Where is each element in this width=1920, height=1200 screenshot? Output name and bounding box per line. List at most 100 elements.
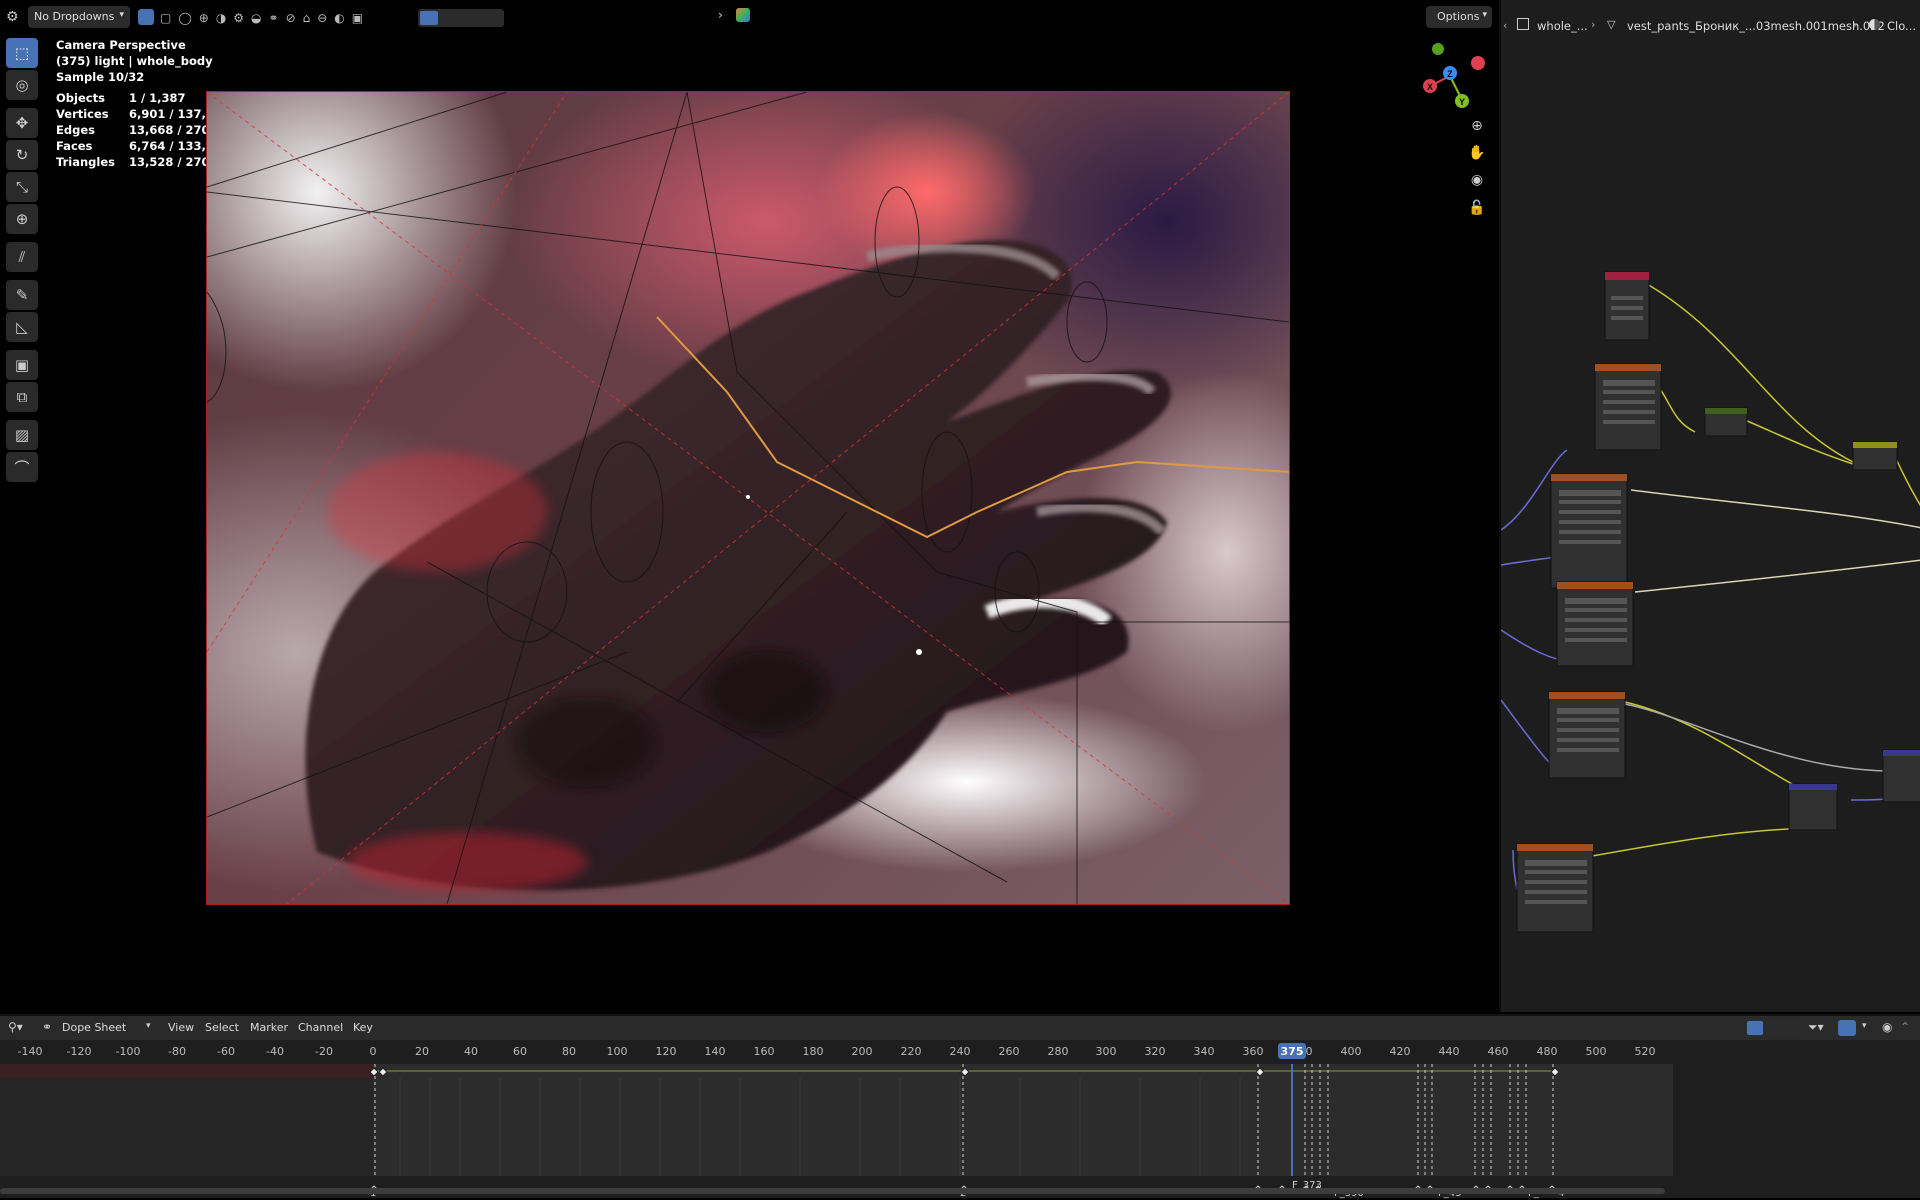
pan-hand-icon[interactable]: ✋: [1464, 141, 1490, 165]
zoom-icon[interactable]: ⊕: [1464, 114, 1490, 138]
shader-node-editor[interactable]: ‹ whole_... › ▽ vest_pants_Броник_...03m…: [1499, 0, 1920, 1012]
keyframe-area[interactable]: 1 2 F_373 F_390 F_43 F_ 4: [0, 1064, 1673, 1199]
ruler-tick: 340: [1193, 1045, 1215, 1058]
stat-label: Faces: [56, 139, 93, 153]
ruler-icon[interactable]: ◺: [6, 312, 38, 342]
frame-object-label: (375) light | whole_body: [56, 54, 213, 68]
chevron-down-icon: ▾: [146, 1021, 151, 1031]
overlay-toggle-icon[interactable]: [1838, 1020, 1856, 1036]
annotate-icon[interactable]: ✎: [6, 280, 38, 310]
curve-icon[interactable]: ⌒: [6, 452, 38, 482]
options-button[interactable]: Options ▾: [1426, 6, 1492, 28]
stat-label: Triangles: [56, 155, 115, 169]
editor-type-icon[interactable]: ⚙: [6, 9, 22, 25]
ruler-tick: 420: [1389, 1045, 1411, 1058]
viewport-header: ⚙ No Dropdowns ▾ ▢◯⊕◑⚙◒⚭⊘⌂⊖◐▣ › Options …: [0, 0, 1497, 36]
ruler-tick: 100: [606, 1045, 628, 1058]
ruler-tick: 200: [851, 1045, 873, 1058]
cursor-icon[interactable]: ◎: [6, 70, 38, 100]
menu-channel[interactable]: Channel: [298, 1021, 343, 1034]
navigation-gizmo[interactable]: Z X Y: [1418, 38, 1494, 118]
select-box-icon[interactable]: ⬚: [6, 38, 38, 68]
camera-perspective-label: Camera Perspective: [56, 38, 186, 52]
frame-ruler[interactable]: -140 -120 -100 -80 -60 -40 -20 0 20 40 6…: [0, 1040, 1920, 1064]
rotate-icon[interactable]: ↻: [6, 140, 38, 170]
move-icon[interactable]: ✥: [6, 108, 38, 138]
dope-sheet-mode-icon: ⚭: [42, 1020, 53, 1034]
sample-label: Sample 10/32: [56, 70, 145, 84]
filter-icon[interactable]: [138, 9, 154, 25]
ruler-tick: 0: [1305, 1045, 1313, 1058]
ruler-tick: 280: [1047, 1045, 1069, 1058]
select-mode-icons[interactable]: [1746, 1020, 1800, 1036]
options-label: Options: [1437, 10, 1480, 23]
ruler-tick: -120: [66, 1045, 92, 1058]
current-frame-indicator[interactable]: 375: [1278, 1043, 1306, 1059]
stat-label: Edges: [56, 123, 95, 137]
ruler-tick: 40: [464, 1045, 478, 1058]
stat-label: Objects: [56, 91, 105, 105]
chevron-down-icon[interactable]: ▾: [1862, 1021, 1867, 1031]
horizontal-scrollbar[interactable]: [0, 1188, 1665, 1194]
ruler-tick: -140: [17, 1045, 43, 1058]
filter-icon[interactable]: ⏷▾: [1808, 1020, 1824, 1035]
ruler-tick: 400: [1340, 1045, 1362, 1058]
menu-key[interactable]: Key: [353, 1021, 373, 1034]
extrude-icon[interactable]: ⧉: [6, 382, 38, 412]
transform-icon[interactable]: ⊕: [6, 204, 38, 234]
node-graph[interactable]: [1501, 0, 1920, 1012]
camera-view-icon[interactable]: ◉: [1464, 168, 1490, 192]
add-cube-icon[interactable]: ▣: [6, 350, 38, 380]
dropdown-label: No Dropdowns: [34, 10, 115, 23]
view-mode-icons[interactable]: [418, 9, 504, 27]
dropdown-select[interactable]: No Dropdowns ▾: [28, 6, 130, 28]
camera-render-frame[interactable]: [206, 91, 1290, 905]
ruler-tick: 480: [1536, 1045, 1558, 1058]
ruler-tick: 160: [753, 1045, 775, 1058]
menu-view[interactable]: View: [168, 1021, 194, 1034]
selectability-icons[interactable]: ▢◯⊕◑⚙◒⚭⊘⌂⊖◐▣: [160, 11, 400, 25]
snap-icon[interactable]: ◉: [1882, 1020, 1892, 1034]
ruler-tick: 300: [1095, 1045, 1117, 1058]
lock-icon[interactable]: 🔓: [1464, 196, 1490, 220]
rendered-hand-image: [207, 92, 1289, 904]
ruler-tick: 220: [900, 1045, 922, 1058]
ruler-tick: 180: [802, 1045, 824, 1058]
ruler-tick: -60: [217, 1045, 235, 1058]
stat-label: Vertices: [56, 107, 109, 121]
ruler-tick: 120: [655, 1045, 677, 1058]
gizmo-z-label: Z: [1447, 69, 1453, 79]
scale-icon[interactable]: ⤡: [6, 172, 38, 202]
tool-shelf: ⬚ ◎ ✥ ↻ ⤡ ⊕ ⫽ ✎ ◺ ▣ ⧉ ▨ ⌒: [4, 36, 40, 484]
ruler-tick: 360: [1242, 1045, 1264, 1058]
ruler-tick: -20: [315, 1045, 333, 1058]
mode-dropdown-label[interactable]: Dope Sheet: [62, 1021, 126, 1034]
axis-gizmo-icon: Z X Y: [1423, 43, 1485, 108]
ruler-tick: 520: [1634, 1045, 1656, 1058]
gizmo-x-label: X: [1427, 82, 1433, 92]
3d-viewport[interactable]: ⚙ No Dropdowns ▾ ▢◯⊕◑⚙◒⚭⊘⌂⊖◐▣ › Options …: [0, 0, 1497, 1012]
ruler-tick: -40: [266, 1045, 284, 1058]
editor-type-icon[interactable]: ⚲▾: [8, 1020, 23, 1034]
ruler-tick: 320: [1144, 1045, 1166, 1058]
ruler-tick: 60: [513, 1045, 527, 1058]
gizmo-y-label: Y: [1459, 97, 1465, 107]
measure-lines-icon[interactable]: ⫽: [6, 242, 38, 272]
image-icon[interactable]: ▨: [6, 420, 38, 450]
ruler-tick: 460: [1487, 1045, 1509, 1058]
ruler-tick: 80: [562, 1045, 576, 1058]
chevron-down-icon: ▾: [1482, 10, 1487, 20]
ruler-tick: -100: [115, 1045, 141, 1058]
ruler-tick: 0: [369, 1045, 377, 1058]
ruler-tick: -80: [168, 1045, 186, 1058]
menu-select[interactable]: Select: [205, 1021, 239, 1034]
keyframe-timeline: [369, 1064, 1673, 1176]
expand-chevron-icon[interactable]: ›: [718, 8, 723, 22]
dope-sheet-header: ⚲▾ ⚭ Dope Sheet ▾ View Select Marker Cha…: [0, 1016, 1920, 1040]
ruler-tick: 140: [704, 1045, 726, 1058]
render-engine-icon[interactable]: [736, 8, 750, 22]
ruler-tick: 240: [949, 1045, 971, 1058]
dope-sheet-editor[interactable]: ⚲▾ ⚭ Dope Sheet ▾ View Select Marker Cha…: [0, 1014, 1920, 1199]
menu-marker[interactable]: Marker: [250, 1021, 288, 1034]
curve-icon[interactable]: ⌃: [1900, 1020, 1910, 1034]
